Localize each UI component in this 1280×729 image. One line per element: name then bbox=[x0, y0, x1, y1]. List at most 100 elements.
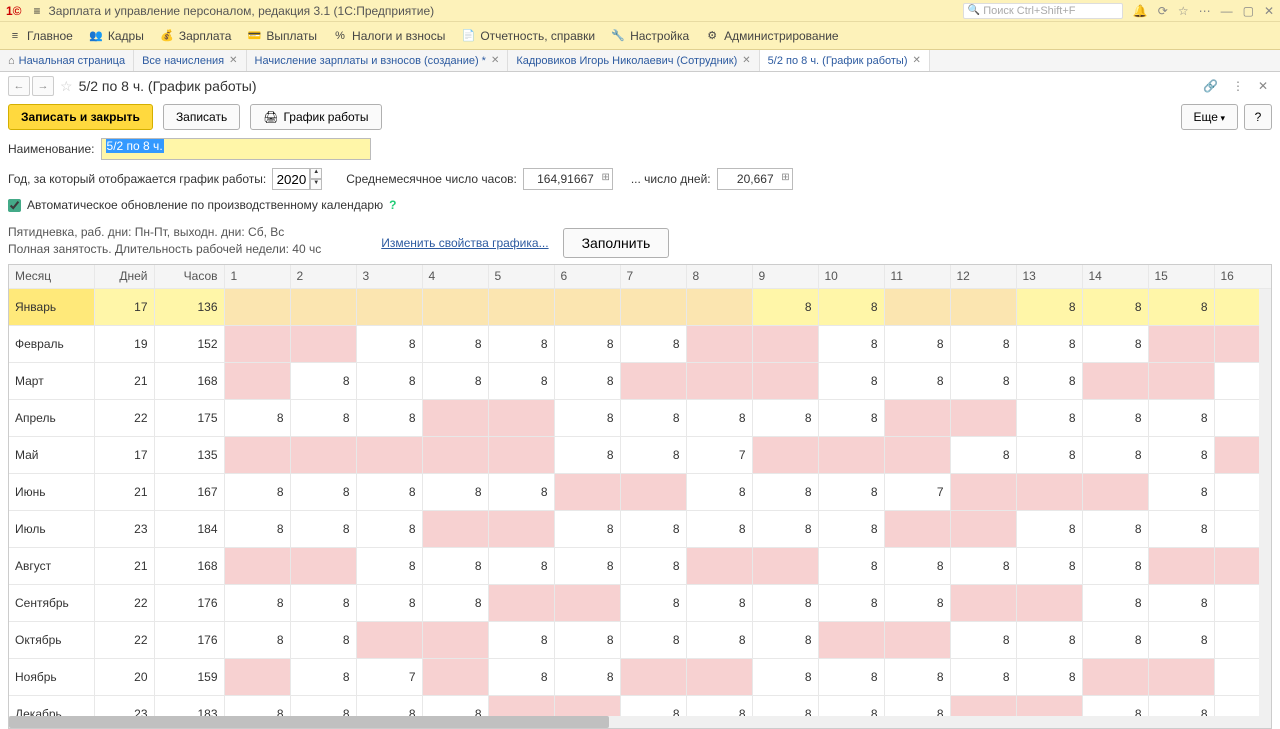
menu-item[interactable]: 💰Зарплата bbox=[160, 29, 232, 43]
cell-day[interactable]: 8 bbox=[1016, 548, 1082, 585]
col-month[interactable]: Месяц bbox=[9, 265, 94, 289]
cell-day[interactable]: 8 bbox=[818, 548, 884, 585]
col-day[interactable]: 14 bbox=[1082, 265, 1148, 289]
cell-day[interactable]: 8 bbox=[818, 289, 884, 326]
cell-day[interactable]: 8 bbox=[290, 622, 356, 659]
cell-day[interactable] bbox=[818, 437, 884, 474]
calc-icon[interactable]: ⊞ bbox=[781, 172, 789, 183]
col-day[interactable]: 10 bbox=[818, 265, 884, 289]
cell-day[interactable]: 8 bbox=[224, 622, 290, 659]
fill-button[interactable]: Заполнить bbox=[563, 228, 670, 258]
cell-day[interactable]: 8 bbox=[884, 326, 950, 363]
cell-day[interactable]: 8 bbox=[1016, 622, 1082, 659]
print-schedule-button[interactable]: 🖨График работы bbox=[250, 104, 381, 130]
cell-day[interactable]: 8 bbox=[818, 511, 884, 548]
cell-hours[interactable]: 168 bbox=[154, 548, 224, 585]
cell-day[interactable] bbox=[224, 437, 290, 474]
cell-day[interactable] bbox=[224, 659, 290, 696]
cell-day[interactable]: 8 bbox=[950, 622, 1016, 659]
cell-days[interactable]: 22 bbox=[94, 622, 154, 659]
menu-item[interactable]: 💳Выплаты bbox=[247, 29, 317, 43]
cell-day[interactable] bbox=[686, 363, 752, 400]
col-day[interactable]: 3 bbox=[356, 265, 422, 289]
table-row[interactable]: Январь17136888888 bbox=[9, 289, 1272, 326]
cell-month[interactable]: Июнь bbox=[9, 474, 94, 511]
cell-day[interactable]: 8 bbox=[620, 511, 686, 548]
cell-month[interactable]: Май bbox=[9, 437, 94, 474]
cell-day[interactable]: 8 bbox=[950, 659, 1016, 696]
cell-day[interactable] bbox=[1148, 363, 1214, 400]
cell-month[interactable]: Июль bbox=[9, 511, 94, 548]
tab[interactable]: Кадровиков Игорь Николаевич (Сотрудник)✕ bbox=[508, 50, 759, 71]
cell-day[interactable] bbox=[488, 437, 554, 474]
cell-day[interactable]: 8 bbox=[224, 400, 290, 437]
cell-day[interactable]: 8 bbox=[620, 548, 686, 585]
cell-day[interactable] bbox=[620, 659, 686, 696]
cell-day[interactable] bbox=[884, 289, 950, 326]
cell-day[interactable]: 8 bbox=[752, 659, 818, 696]
cell-day[interactable] bbox=[950, 511, 1016, 548]
cell-day[interactable]: 8 bbox=[686, 585, 752, 622]
cell-day[interactable]: 8 bbox=[554, 659, 620, 696]
cell-day[interactable]: 8 bbox=[752, 622, 818, 659]
cell-day[interactable] bbox=[950, 400, 1016, 437]
close-icon[interactable]: ✕ bbox=[1264, 4, 1274, 18]
calendar-grid[interactable]: МесяцДнейЧасов12345678910111213141516 Ян… bbox=[8, 264, 1272, 729]
cell-day[interactable]: 8 bbox=[1082, 400, 1148, 437]
cell-month[interactable]: Апрель bbox=[9, 400, 94, 437]
cell-day[interactable] bbox=[950, 474, 1016, 511]
cell-hours[interactable]: 176 bbox=[154, 622, 224, 659]
cell-day[interactable] bbox=[884, 400, 950, 437]
menu-icon[interactable]: ⋯ bbox=[1199, 4, 1211, 18]
cell-day[interactable]: 8 bbox=[554, 326, 620, 363]
main-menu-icon[interactable]: ≡ bbox=[34, 4, 41, 18]
cell-day[interactable]: 8 bbox=[752, 511, 818, 548]
edit-props-link[interactable]: Изменить свойства графика... bbox=[381, 236, 548, 250]
save-button[interactable]: Записать bbox=[163, 104, 240, 130]
table-row[interactable]: Июль23184888888888888 bbox=[9, 511, 1272, 548]
cell-day[interactable]: 8 bbox=[1082, 585, 1148, 622]
cell-day[interactable]: 7 bbox=[686, 437, 752, 474]
cell-day[interactable]: 8 bbox=[818, 659, 884, 696]
table-row[interactable]: Май171358878888 bbox=[9, 437, 1272, 474]
cell-day[interactable]: 8 bbox=[818, 326, 884, 363]
cell-day[interactable] bbox=[1082, 474, 1148, 511]
cell-day[interactable]: 8 bbox=[356, 585, 422, 622]
cell-month[interactable]: Январь bbox=[9, 289, 94, 326]
col-day[interactable]: 12 bbox=[950, 265, 1016, 289]
cell-hours[interactable]: 176 bbox=[154, 585, 224, 622]
cell-day[interactable]: 8 bbox=[488, 659, 554, 696]
cell-days[interactable]: 22 bbox=[94, 400, 154, 437]
col-day[interactable]: 7 bbox=[620, 265, 686, 289]
horizontal-scrollbar[interactable] bbox=[9, 716, 1259, 728]
name-input[interactable]: 5/2 по 8 ч. bbox=[101, 138, 371, 160]
cell-day[interactable]: 8 bbox=[422, 363, 488, 400]
cell-day[interactable] bbox=[224, 289, 290, 326]
table-row[interactable]: Сентябрь22176888888888888 bbox=[9, 585, 1272, 622]
cell-hours[interactable]: 167 bbox=[154, 474, 224, 511]
global-search[interactable]: Поиск Ctrl+Shift+F bbox=[963, 3, 1123, 19]
nav-fwd-button[interactable]: → bbox=[32, 76, 54, 96]
cell-day[interactable] bbox=[620, 289, 686, 326]
cell-days[interactable]: 21 bbox=[94, 474, 154, 511]
cell-hours[interactable]: 184 bbox=[154, 511, 224, 548]
cell-day[interactable] bbox=[1016, 474, 1082, 511]
cell-day[interactable]: 8 bbox=[1016, 437, 1082, 474]
cell-day[interactable]: 8 bbox=[554, 363, 620, 400]
year-stepper[interactable]: ▲▼ bbox=[272, 168, 324, 190]
cell-day[interactable] bbox=[1148, 548, 1214, 585]
cell-day[interactable]: 8 bbox=[818, 474, 884, 511]
cell-day[interactable]: 8 bbox=[752, 289, 818, 326]
cell-day[interactable]: 8 bbox=[224, 511, 290, 548]
menu-item[interactable]: ≡Главное bbox=[8, 29, 73, 43]
cell-day[interactable] bbox=[752, 326, 818, 363]
cell-day[interactable] bbox=[422, 437, 488, 474]
save-close-button[interactable]: Записать и закрыть bbox=[8, 104, 153, 130]
cell-day[interactable]: 8 bbox=[356, 326, 422, 363]
col-day[interactable]: 15 bbox=[1148, 265, 1214, 289]
cell-days[interactable]: 21 bbox=[94, 548, 154, 585]
tab[interactable]: 5/2 по 8 ч. (График работы)✕ bbox=[760, 50, 930, 71]
cell-day[interactable]: 8 bbox=[1148, 400, 1214, 437]
cell-day[interactable]: 8 bbox=[1016, 400, 1082, 437]
cell-day[interactable]: 7 bbox=[356, 659, 422, 696]
